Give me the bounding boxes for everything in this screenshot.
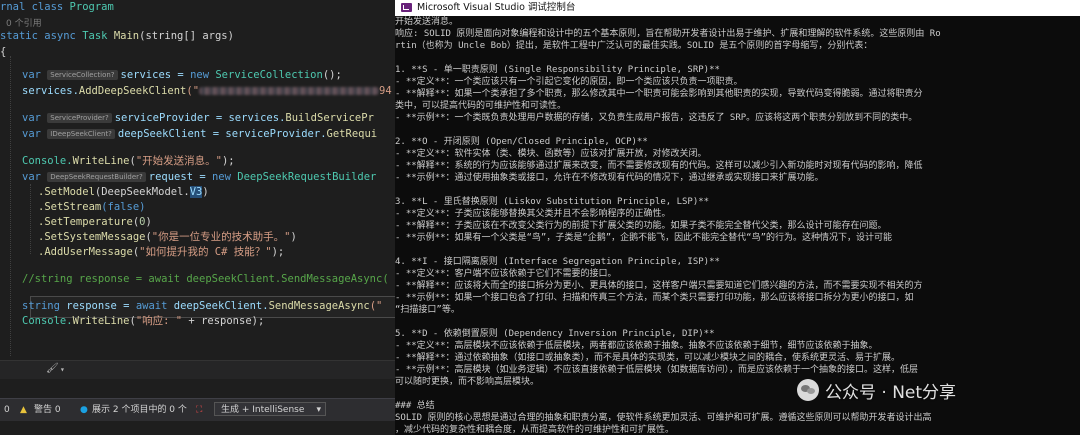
console-line: - **示例**：通过使用抽象类或接口，允许在不修改现有代码的情况下，通过继承或… — [395, 173, 824, 183]
code-editor[interactable]: rnal class Program 0 个引用 static async Ta… — [0, 0, 395, 435]
filter-icon[interactable]: ⛶ — [196, 404, 202, 416]
code-line-21[interactable]: string response = await deepSeekClient.S… — [22, 298, 382, 314]
code-line-22: Console.WriteLine("响应: " + response); — [22, 315, 265, 327]
inlay-type-hint: IDeepSeekClient? — [47, 129, 115, 139]
console-title-bar[interactable]: Microsoft Visual Studio 调试控制台 — [395, 0, 1080, 16]
info-icon: ● — [80, 405, 88, 415]
error-list-toolbar: 0 ▲ 警告 0 ● 展示 2 个项目中的 0 个 ⛶ 生成 + Intelli… — [0, 398, 395, 421]
indent-guide — [10, 56, 11, 356]
indent-guide — [30, 184, 31, 254]
inlay-type-hint: ServiceCollection? — [47, 70, 118, 80]
console-line: rtin（也称为 Uncle Bob）提出，是软件工程中广泛认可的最佳实践。SO… — [395, 41, 873, 51]
console-line: “扫描接口”等。 — [395, 305, 460, 315]
code-line-6: services.AddDeepSeekClient(" 94 — [22, 85, 392, 97]
errors-count[interactable]: 0 — [4, 404, 10, 416]
console-line: - **示例**：如果一个接口包含了打印、扫描和传真三个方法，而某个类只需要打印… — [395, 293, 914, 303]
code-line-16: .SetSystemMessage("你是一位专业的技术助手。") — [38, 231, 297, 243]
build-scope-select[interactable]: 生成 + IntelliSense ▾ — [214, 402, 326, 416]
projects-filter[interactable]: 展示 2 个项目中的 0 个 — [92, 404, 187, 416]
code-line-4: { — [0, 46, 7, 58]
inlay-type-hint: DeepSeekRequestBuilder? — [47, 172, 146, 182]
code-line-13: .SetModel(DeepSeekModel.V3) — [38, 186, 209, 198]
code-line-17: .AddUserMessage("如何提升我的 C# 技能？"); — [38, 246, 285, 258]
inlay-type-hint: ServiceProvider? — [47, 113, 112, 123]
code-line-15: .SetTemperature(0) — [38, 216, 152, 228]
code-line-19: //string response = await deepSeekClient… — [22, 273, 389, 285]
code-line-14: .SetStream(false) — [38, 201, 146, 213]
console-app-icon — [401, 3, 412, 12]
watermark: 公众号 · Net分享 — [797, 375, 956, 405]
code-line-12: var DeepSeekRequestBuilder? request = new… — [22, 171, 377, 183]
code-line-1: rnal class Program — [0, 1, 114, 13]
redacted-api-key — [199, 87, 380, 95]
chevron-down-icon[interactable]: ▾ — [60, 365, 65, 374]
debug-console-window[interactable]: Microsoft Visual Studio 调试控制台 开始发送消息。 响应:… — [395, 0, 1080, 435]
console-line: - **示例**：如果有一个父类是“鸟”，子类是“企鹅”，企鹅不能飞，因此不能完… — [395, 233, 893, 243]
chevron-down-icon: ▾ — [316, 405, 321, 415]
watermark-text: 公众号 · Net分享 — [825, 382, 957, 403]
console-title: Microsoft Visual Studio 调试控制台 — [417, 2, 576, 13]
selected-text[interactable]: V3 — [189, 186, 203, 198]
wechat-logo-icon — [797, 379, 819, 401]
code-line-9: var IDeepSeekClient? deepSeekClient = ser… — [22, 128, 378, 140]
console-line: - **示例**：一个类既负责处理用户数据的存储，又负责生成用户报告，这违反了 … — [395, 113, 918, 123]
warning-icon: ▲ — [20, 405, 27, 415]
code-line-5: var ServiceCollection? services = new Ser… — [22, 69, 342, 81]
code-line-11: Console.WriteLine("开始发送消息。"); — [22, 155, 235, 167]
editor-horizontal-scrollbar[interactable]: 🖌 ▾ — [0, 360, 395, 379]
code-line-3: static async Task Main(string[] args) — [0, 30, 234, 42]
warnings-filter[interactable]: 警告 0 — [34, 404, 61, 416]
code-line-8: var ServiceProvider? serviceProvider = se… — [22, 112, 374, 124]
console-line: 可以随时更换，而不影响高层模块。 — [395, 377, 540, 387]
console-line: ，减少代码的复杂性和耦合度，从而提高软件的可维护性和可扩展性。 — [395, 425, 675, 435]
code-area[interactable]: rnal class Program 0 个引用 static async Ta… — [0, 0, 395, 370]
brush-icon[interactable]: 🖌 — [46, 363, 59, 374]
